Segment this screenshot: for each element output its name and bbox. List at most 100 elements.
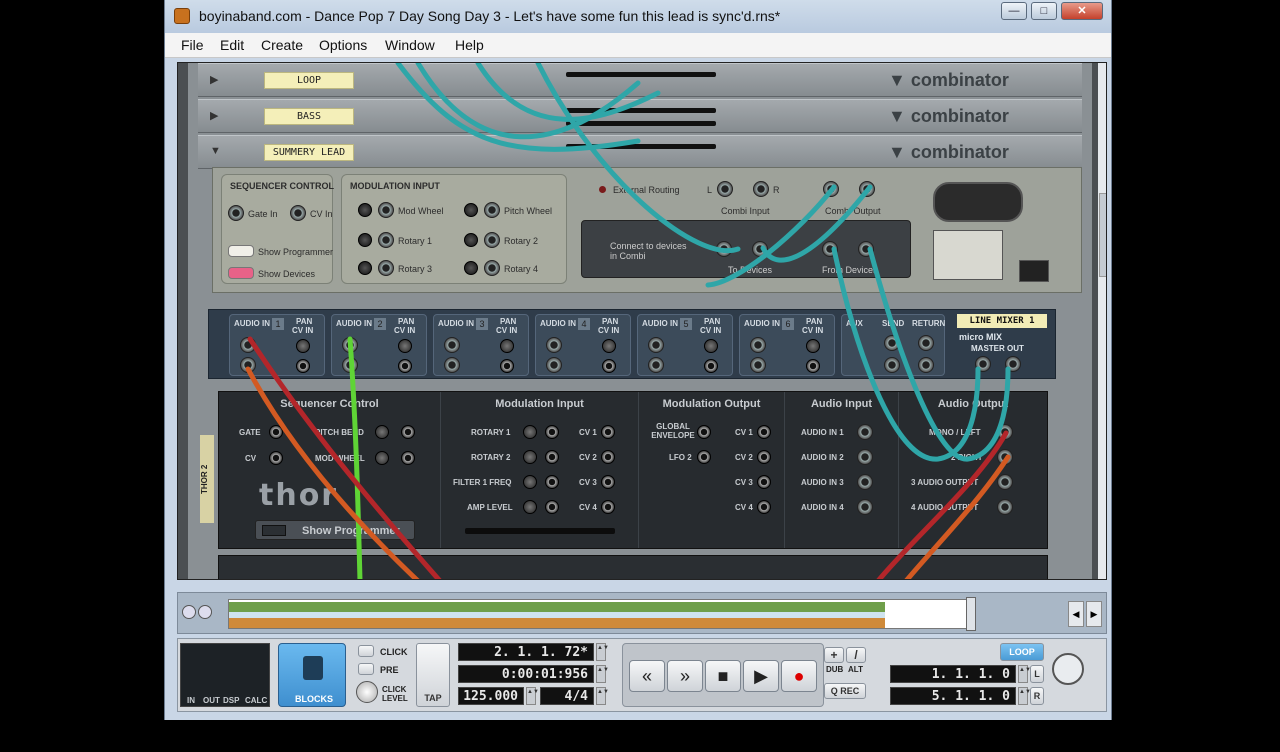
signature-spinner[interactable]: ▲▼ <box>596 687 609 705</box>
cv-4-jack[interactable] <box>757 500 771 514</box>
audio-in-r-jack[interactable] <box>648 357 664 373</box>
combinator-summery-lead[interactable]: ▼ SUMMERY LEAD ▼ combinator <box>198 135 1082 169</box>
pan-cv-jack[interactable] <box>704 359 718 373</box>
audio-in-3-jack[interactable] <box>857 474 873 490</box>
rotary-2-jack[interactable] <box>484 232 500 248</box>
pan-cv-jack[interactable] <box>602 359 616 373</box>
audio-in-2-jack[interactable] <box>857 449 873 465</box>
mod-wheel-jack[interactable] <box>378 202 394 218</box>
audio-in-l-jack[interactable] <box>342 337 358 353</box>
pitch-bend-knob[interactable] <box>375 425 389 439</box>
rotary-3-jack[interactable] <box>378 260 394 276</box>
menu-options[interactable]: Options <box>319 37 367 53</box>
tempo-display[interactable]: 125.000 <box>458 687 524 705</box>
audio-in-l-jack[interactable] <box>750 337 766 353</box>
filter-1-freq-knob[interactable] <box>523 475 537 489</box>
gate-jack[interactable] <box>269 425 283 439</box>
tempo-spinner[interactable]: ▲▼ <box>526 687 539 705</box>
from-devices-r-jack[interactable] <box>858 241 874 257</box>
click-level-knob[interactable] <box>356 681 378 703</box>
aux-send-r-jack[interactable] <box>884 357 900 373</box>
combi-input-l-jack[interactable] <box>717 181 733 197</box>
pre-toggle[interactable] <box>358 663 374 675</box>
filter-1-freq-jack[interactable] <box>545 475 559 489</box>
audio-out-3-jack[interactable] <box>997 474 1013 490</box>
power-switch[interactable] <box>1019 260 1049 282</box>
left-locator-button[interactable]: L <box>1030 665 1044 683</box>
q-rec-button[interactable]: Q REC <box>824 683 866 699</box>
menu-edit[interactable]: Edit <box>220 37 244 53</box>
zoom-out-icon[interactable] <box>182 605 196 619</box>
rewind-button[interactable]: « <box>629 660 665 692</box>
audio-out-4-jack[interactable] <box>997 499 1013 515</box>
zoom-in-icon[interactable] <box>198 605 212 619</box>
cv-1-jack[interactable] <box>601 425 615 439</box>
song-navigator[interactable]: ◀ ▶ <box>177 592 1107 634</box>
time-spinner[interactable]: ▲▼ <box>596 665 609 683</box>
rotary-1-jack[interactable] <box>545 425 559 439</box>
audio-out-1-jack[interactable] <box>997 424 1013 440</box>
gate-in-jack[interactable] <box>228 205 244 221</box>
menu-file[interactable]: File <box>181 37 204 53</box>
line-mixer-name-tape[interactable]: LINE MIXER 1 <box>957 314 1047 328</box>
rotary-1-knob[interactable] <box>523 425 537 439</box>
show-devices-button[interactable] <box>228 267 254 279</box>
combi-output-l-jack[interactable] <box>823 181 839 197</box>
maximize-button[interactable]: □ <box>1031 2 1057 20</box>
dub-button[interactable]: + <box>824 647 844 663</box>
cv-3-jack[interactable] <box>757 475 771 489</box>
show-programmer-button[interactable]: Show Programmer <box>255 520 415 540</box>
pan-cv-knob[interactable] <box>500 339 514 353</box>
scroll-left-icon[interactable]: ◀ <box>1068 601 1084 627</box>
pitch-bend-jack[interactable] <box>401 425 415 439</box>
expand-triangle-icon[interactable]: ▶ <box>210 73 218 86</box>
tap-button[interactable]: TAP <box>416 643 450 707</box>
rack-scrollbar[interactable] <box>1098 63 1106 579</box>
cv-3-jack[interactable] <box>601 475 615 489</box>
audio-in-r-jack[interactable] <box>342 357 358 373</box>
rotary-4-knob[interactable] <box>464 261 478 275</box>
pitch-wheel-knob[interactable] <box>464 203 478 217</box>
menu-help[interactable]: Help <box>455 37 484 53</box>
position-spinner[interactable]: ▲▼ <box>596 643 609 661</box>
click-toggle[interactable] <box>358 645 374 657</box>
combinator-loop[interactable]: ▶ LOOP ▼ combinator <box>198 63 1082 97</box>
master-out-l-jack[interactable] <box>975 356 991 372</box>
play-button[interactable]: ▶ <box>743 660 779 692</box>
combinator-bass[interactable]: ▶ BASS ▼ combinator <box>198 99 1082 133</box>
audio-in-l-jack[interactable] <box>648 337 664 353</box>
audio-in-l-jack[interactable] <box>444 337 460 353</box>
time-display[interactable]: 0:00:01:956 <box>458 665 594 683</box>
aux-return-l-jack[interactable] <box>918 335 934 351</box>
audio-in-r-jack[interactable] <box>750 357 766 373</box>
show-programmer-button[interactable] <box>228 245 254 257</box>
audio-in-l-jack[interactable] <box>546 337 562 353</box>
pan-cv-knob[interactable] <box>296 339 310 353</box>
rotary-1-knob[interactable] <box>358 233 372 247</box>
rotary-3-knob[interactable] <box>358 261 372 275</box>
blocks-button[interactable]: BLOCKS <box>278 643 346 707</box>
to-devices-r-jack[interactable] <box>752 241 768 257</box>
pan-cv-jack[interactable] <box>398 359 412 373</box>
cv-jack[interactable] <box>269 451 283 465</box>
mod-wheel-knob[interactable] <box>358 203 372 217</box>
menu-window[interactable]: Window <box>385 37 435 53</box>
stop-button[interactable]: ■ <box>705 660 741 692</box>
aux-return-r-jack[interactable] <box>918 357 934 373</box>
minimize-button[interactable]: — <box>1001 2 1027 20</box>
close-button[interactable]: ✕ <box>1061 2 1103 20</box>
signature-display[interactable]: 4/4 <box>540 687 594 705</box>
pan-cv-jack[interactable] <box>500 359 514 373</box>
left-locator-spinner[interactable]: ▲▼ <box>1018 665 1031 683</box>
audio-in-r-jack[interactable] <box>444 357 460 373</box>
from-devices-l-jack[interactable] <box>822 241 838 257</box>
record-button[interactable]: ● <box>781 660 817 692</box>
song-position-display[interactable]: 2. 1. 1. 72* <box>458 643 594 661</box>
rotary-2-knob[interactable] <box>523 450 537 464</box>
cv-2-jack[interactable] <box>601 450 615 464</box>
device-name-tape[interactable]: SUMMERY LEAD <box>264 144 354 161</box>
cv-in-jack[interactable] <box>290 205 306 221</box>
alt-button[interactable]: / <box>846 647 866 663</box>
combi-input-r-jack[interactable] <box>753 181 769 197</box>
navigator-track-area[interactable] <box>228 599 968 629</box>
